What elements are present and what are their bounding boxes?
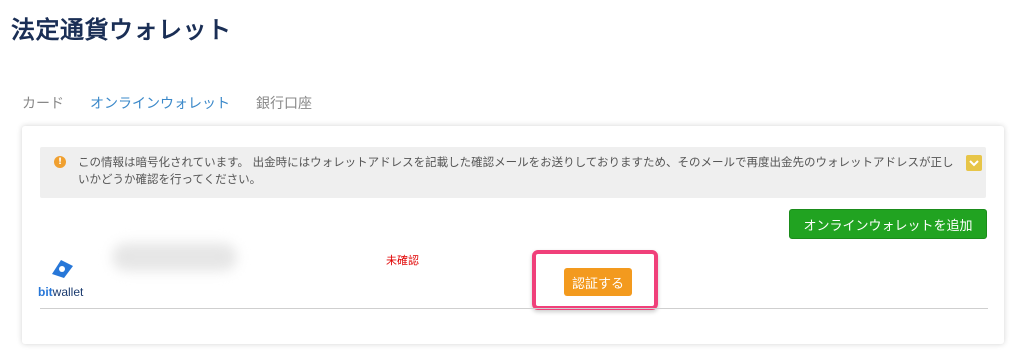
page: 法定通貨ウォレット カード オンラインウォレット 銀行口座 ! この情報は暗号化… bbox=[0, 0, 1024, 361]
tab-bank-account[interactable]: 銀行口座 bbox=[256, 93, 312, 113]
add-online-wallet-button[interactable]: オンラインウォレットを追加 bbox=[789, 209, 987, 239]
wallet-card: ! この情報は暗号化されています。 出金時にはウォレットアドレスを記載した確認メ… bbox=[22, 126, 1004, 344]
masked-account-id bbox=[112, 243, 237, 271]
status-badge: 未確認 bbox=[386, 254, 419, 267]
tab-card[interactable]: カード bbox=[22, 93, 64, 113]
bitwallet-logo-icon bbox=[52, 260, 73, 278]
page-title: 法定通貨ウォレット bbox=[11, 16, 232, 44]
info-icon: ! bbox=[54, 156, 66, 168]
divider bbox=[40, 308, 988, 309]
notice-text: この情報は暗号化されています。 出金時にはウォレットアドレスを記載した確認メール… bbox=[78, 155, 954, 186]
tab-bar: カード オンラインウォレット 銀行口座 bbox=[22, 93, 312, 113]
verify-button[interactable]: 認証する bbox=[564, 268, 632, 296]
bitwallet-logo: bitwallet bbox=[36, 256, 92, 300]
tab-online-wallet[interactable]: オンラインウォレット bbox=[90, 93, 230, 113]
chevron-down-icon[interactable] bbox=[966, 155, 982, 171]
bitwallet-logo-text: bitwallet bbox=[38, 285, 84, 299]
encryption-notice: ! この情報は暗号化されています。 出金時にはウォレットアドレスを記載した確認メ… bbox=[40, 147, 986, 198]
